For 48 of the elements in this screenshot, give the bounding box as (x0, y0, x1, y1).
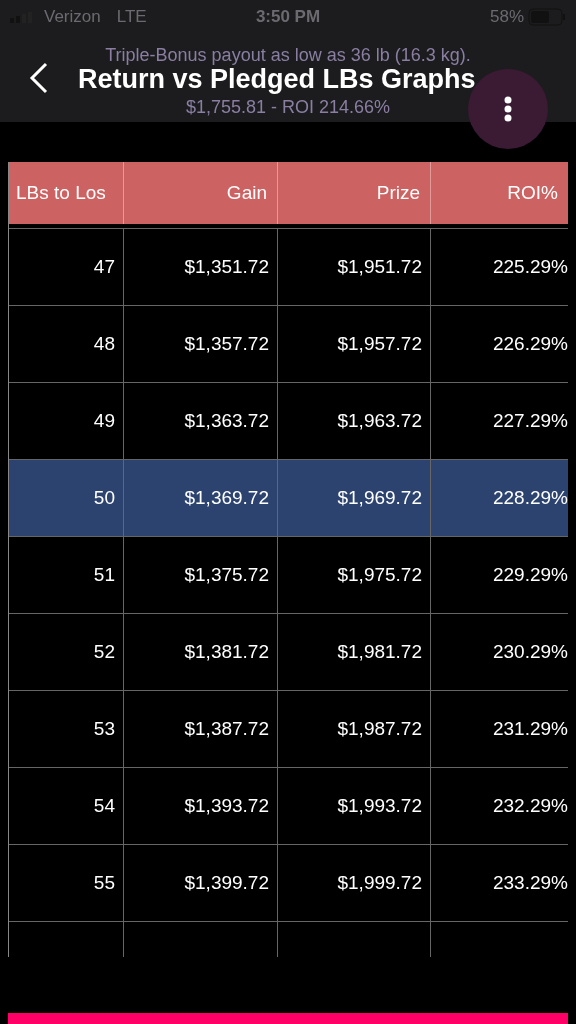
table-cell-text: 54 (93, 793, 115, 818)
subtitle-text: Triple-Bonus payout as low as 36 lb (16.3 kg). (105, 46, 471, 66)
table-cell-text: 232.29% (493, 793, 568, 818)
table-cell-text: 228.29% (493, 485, 568, 510)
subtitle-text: $1,755.81 - ROI 214.66% (185, 98, 391, 118)
table-cell-text: $1,969.72 (337, 485, 422, 510)
table-cell-text: $1,963.72 (337, 408, 422, 433)
page-title: Return vs Pledged LBs Graphs (78, 66, 476, 93)
table-cell-text: $1,369.72 (184, 485, 269, 510)
table-cell-text: 47 (93, 254, 115, 279)
table-cell-text: $1,393.72 (184, 793, 269, 818)
table-cell-text: 229.29% (493, 562, 568, 587)
table-cell-text: $1,951.72 (337, 254, 422, 279)
table-cell-text: $1,351.72 (184, 254, 269, 279)
table-cell-text: 231.29% (493, 716, 568, 741)
column-header: Prize (278, 162, 431, 224)
table-cell-text: 227.29% (493, 408, 568, 433)
network-type: LTE (116, 6, 147, 29)
table-cell-text: $1,981.72 (337, 639, 422, 664)
table-cell-text: $1,387.72 (184, 716, 269, 741)
table-cell-text: 51 (93, 562, 115, 587)
table-cell-text: $1,957.72 (337, 331, 422, 356)
clock-time: 3:50 PM (254, 6, 322, 29)
table-cell-text: $1,357.72 (184, 331, 269, 356)
carrier-name: Verizon (44, 6, 101, 29)
table-cell-text: $1,975.72 (337, 562, 422, 587)
table-cell-text: 49 (93, 408, 115, 433)
battery-percent: 58% (489, 6, 524, 29)
table-cell-text: $1,363.72 (184, 408, 269, 433)
table-cell-text: $1,999.72 (337, 870, 422, 895)
table-cell-text: 55 (93, 870, 115, 895)
table-cell-text: $1,399.72 (184, 870, 269, 895)
table-cell-text: 52 (93, 639, 115, 664)
more-icon (504, 96, 512, 122)
table-cell-text: 48 (93, 331, 115, 356)
table-cell-text: $1,987.72 (337, 716, 422, 741)
column-header: ROI% (431, 162, 568, 224)
table-cell-text: $1,993.72 (337, 793, 422, 818)
column-header: LBs to Los (9, 162, 124, 224)
table-cell-text: 225.29% (493, 254, 568, 279)
table-cell-text: 53 (93, 716, 115, 741)
table-cell-text: 226.29% (493, 331, 568, 356)
table-cell-text: 230.29% (493, 639, 568, 664)
table-cell-text: 50 (93, 485, 115, 510)
table-cell-text: $1,381.72 (184, 639, 269, 664)
column-header: Gain (124, 162, 278, 224)
table-cell-text: 233.29% (493, 870, 568, 895)
table-cell-text: $1,375.72 (184, 562, 269, 587)
